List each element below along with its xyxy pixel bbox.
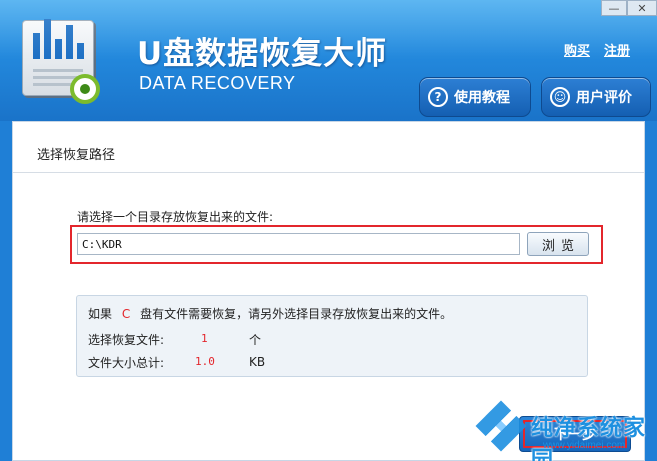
total-size-unit: KB: [249, 355, 266, 369]
section-title: 选择恢复路径: [37, 148, 116, 163]
path-prompt: 请选择一个目录存放恢复出来的文件:: [77, 210, 274, 224]
total-size-label: 文件大小总计:: [88, 356, 165, 370]
minimize-button[interactable]: —: [601, 0, 627, 16]
user-review-button[interactable]: ☺ 用户评价: [541, 77, 651, 117]
selected-files-label: 选择恢复文件:: [88, 333, 165, 347]
app-header: U盘数据恢复大师 DATA RECOVERY — ✕ 购买 注册 ? 使用教程 …: [0, 0, 657, 121]
buy-link[interactable]: 购买: [564, 40, 590, 59]
app-title: U盘数据恢复大师: [137, 36, 388, 72]
app-logo-icon: [18, 16, 110, 104]
tutorial-button[interactable]: ? 使用教程: [419, 77, 531, 117]
browse-button[interactable]: 浏览: [527, 232, 589, 256]
tutorial-button-label: 使用教程: [454, 90, 510, 106]
user-review-icon: ☺: [550, 87, 570, 107]
logo-line: [33, 76, 77, 79]
logo-line: [33, 83, 71, 86]
main-panel: 选择恢复路径 请选择一个目录存放恢复出来的文件: 浏览 如果 C 盘有文件需要恢…: [12, 121, 645, 461]
path-selection-highlight: 浏览: [70, 225, 603, 264]
window-controls: — ✕: [601, 0, 657, 16]
total-size-value: 1.0: [195, 355, 215, 368]
header-links: 购买 注册: [564, 40, 630, 59]
info-warning-drive: C: [121, 307, 131, 321]
close-button[interactable]: ✕: [627, 0, 657, 16]
recovery-cycle-icon: [70, 74, 100, 104]
user-review-button-label: 用户评价: [576, 90, 632, 106]
path-input[interactable]: [77, 233, 520, 255]
selected-files-unit: 个: [249, 333, 262, 347]
app-subtitle: DATA RECOVERY: [139, 73, 296, 93]
info-warning-prefix: 如果: [88, 307, 113, 321]
logo-chart-bar: [55, 39, 62, 59]
info-warning-line: 如果 C 盘有文件需要恢复，请另外选择目录存放恢复出来的文件。: [88, 305, 452, 322]
logo-chart-bar: [33, 33, 40, 59]
register-link[interactable]: 注册: [604, 40, 630, 59]
logo-chart-bar: [77, 43, 84, 59]
logo-line: [33, 69, 83, 72]
section-divider: [13, 172, 644, 173]
selected-files-value: 1: [201, 332, 208, 345]
info-warning-suffix: 盘有文件需要恢复，请另外选择目录存放恢复出来的文件。: [140, 307, 453, 321]
help-icon: ?: [428, 87, 448, 107]
logo-chart-bar: [44, 19, 51, 59]
logo-chart-bar: [66, 25, 73, 59]
info-box: 如果 C 盘有文件需要恢复，请另外选择目录存放恢复出来的文件。 选择恢复文件: …: [76, 295, 588, 377]
next-button[interactable]: 下一步: [519, 416, 631, 452]
